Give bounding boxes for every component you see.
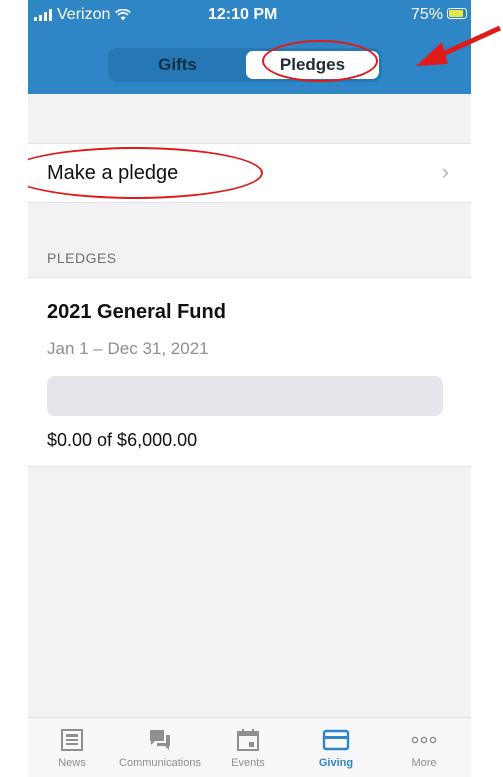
- annotation-arrow: [416, 25, 502, 66]
- tab-label: Events: [231, 757, 265, 769]
- tab-news[interactable]: News: [28, 718, 116, 777]
- carrier-label: Verizon: [57, 6, 111, 23]
- chevron-right-icon: ›: [441, 159, 449, 184]
- wifi-icon: [115, 9, 132, 21]
- phone-screen: Verizon 12:10 PM 75% Gifts Pledges Make …: [28, 0, 471, 777]
- section-title-pledges: PLEDGES: [47, 250, 117, 266]
- tab-label: Giving: [318, 757, 354, 769]
- make-pledge-row[interactable]: Make a pledge ›: [28, 143, 471, 203]
- tab-more[interactable]: More: [380, 718, 468, 777]
- carrier-group: Verizon: [34, 6, 132, 24]
- tab-label: More: [411, 757, 437, 769]
- pledge-dates: Jan 1 – Dec 31, 2021: [47, 339, 209, 358]
- pledge-amount: $0.00 of $6,000.00: [47, 430, 198, 450]
- make-pledge-label: Make a pledge: [47, 162, 179, 184]
- segmented-control: Gifts Pledges: [108, 48, 382, 82]
- tab-label: Communications: [119, 757, 201, 769]
- news-icon: [61, 729, 83, 751]
- chat-icon: [150, 730, 170, 750]
- status-time: 12:10 PM: [208, 6, 278, 23]
- signal-icon: [34, 9, 52, 21]
- more-icon: [411, 736, 437, 744]
- tab-label: News: [58, 757, 86, 769]
- tab-events[interactable]: Events: [204, 718, 292, 777]
- tab-giving[interactable]: Giving: [292, 718, 380, 777]
- tab-bar: News Communications Events Giving More: [28, 717, 471, 777]
- pledge-name: 2021 General Fund: [47, 301, 226, 323]
- calendar-icon: [237, 729, 259, 751]
- pledge-progress-bar: [47, 376, 443, 416]
- tab-gifts[interactable]: Gifts: [111, 51, 244, 79]
- tab-communications[interactable]: Communications: [116, 718, 204, 777]
- card-icon: [322, 729, 350, 751]
- tab-pledges[interactable]: Pledges: [246, 51, 379, 79]
- pledge-item[interactable]: 2021 General Fund Jan 1 – Dec 31, 2021 $…: [28, 277, 471, 467]
